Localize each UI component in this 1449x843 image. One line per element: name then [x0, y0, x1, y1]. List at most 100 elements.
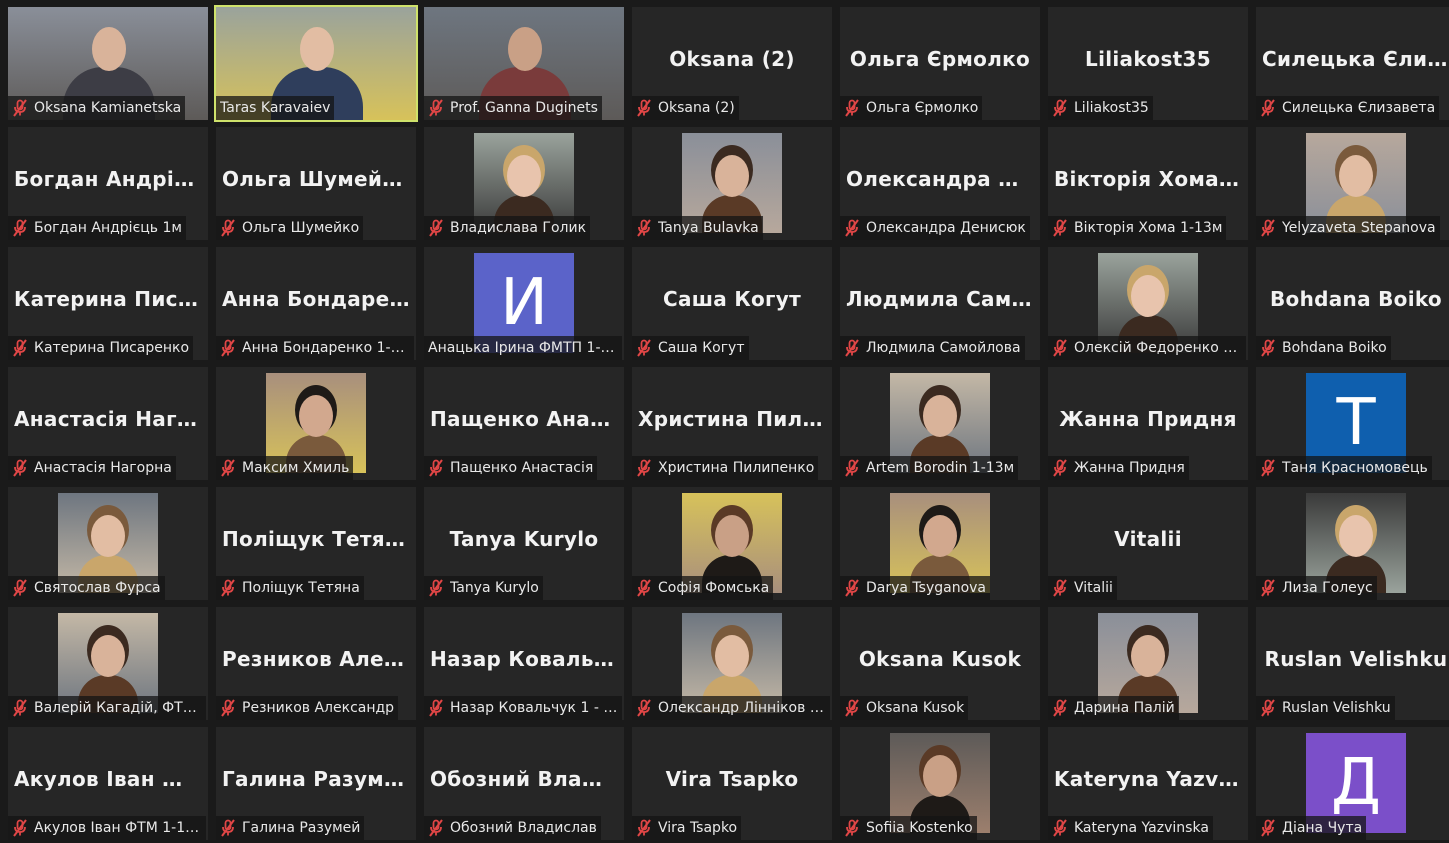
participant-tile[interactable]: Олексій Федоренко 1... — [1048, 247, 1248, 360]
mic-muted-icon — [13, 219, 27, 237]
participant-tile[interactable]: Валерій Кагадій, ФТМ ... — [8, 607, 208, 720]
participant-tile[interactable]: Галина Разумей Галина Разумей — [216, 727, 416, 840]
participant-tile[interactable]: Анна Бондарен... Анна Бондаренко 1-1... — [216, 247, 416, 360]
participant-tile[interactable]: Ольга Єрмолко Ольга Єрмолко — [840, 7, 1040, 120]
participant-tile[interactable]: Силецька Єлиз... Силецька Єлизавета — [1256, 7, 1449, 120]
participant-tile[interactable]: Олександр Лінніков 1... — [632, 607, 832, 720]
participant-tile[interactable]: Анастасія Наго... Анастасія Нагорна — [8, 367, 208, 480]
participant-tile[interactable]: И Анацька Ірина ФМТП 1-1... — [424, 247, 624, 360]
mic-muted-icon — [1261, 699, 1275, 717]
participant-tile[interactable]: Liliakost35 Liliakost35 — [1048, 7, 1248, 120]
participant-name-label: Діана Чута — [1256, 816, 1367, 840]
participant-tile[interactable]: Darya Tsyganova — [840, 487, 1040, 600]
participant-name: Анастасія Нагорна — [34, 460, 172, 476]
participant-display-name: Галина Разумей — [222, 767, 413, 791]
participant-tile[interactable]: Богдан Андріє... Богдан Андрієць 1м — [8, 127, 208, 240]
participant-tile[interactable]: Kateryna Yazvin... Kateryna Yazvinska — [1048, 727, 1248, 840]
participant-name-label: Yelyzaveta Stepanova — [1256, 216, 1440, 240]
participant-tile[interactable]: Саша Когут Саша Когут — [632, 247, 832, 360]
participant-tile[interactable]: Artem Borodin 1-13м — [840, 367, 1040, 480]
mic-muted-icon — [13, 459, 27, 477]
participant-name-label: Максим Хмиль — [216, 456, 354, 480]
participant-name-label: Христина Пилипенко — [632, 456, 819, 480]
participant-tile[interactable]: Пащенко Анаст... Пащенко Анастасія — [424, 367, 624, 480]
participant-name-label: Artem Borodin 1-13м — [840, 456, 1019, 480]
mic-muted-icon — [1261, 819, 1275, 837]
participant-name-label: Vitalii — [1048, 576, 1117, 600]
participant-tile[interactable]: Ольга Шумейко Ольга Шумейко — [216, 127, 416, 240]
participant-display-name: Tanya Kurylo — [449, 527, 599, 551]
mic-muted-icon — [13, 699, 27, 717]
mic-muted-icon — [637, 579, 651, 597]
participant-display-name: Катерина Писа... — [14, 287, 208, 311]
participant-name: Резников Александр — [242, 700, 395, 716]
participant-name-label: Людмила Самойлова — [840, 336, 1025, 360]
mic-muted-icon — [637, 819, 651, 837]
participant-tile[interactable]: Д Діана Чута — [1256, 727, 1449, 840]
participant-tile[interactable]: Резников Алек... Резников Александр — [216, 607, 416, 720]
participant-name: Darya Tsyganova — [866, 580, 987, 596]
participant-tile[interactable]: Vira Tsapko Vira Tsapko — [632, 727, 832, 840]
participant-name: Силецька Єлизавета — [1282, 100, 1436, 116]
participant-display-name: Bohdana Boiko — [1270, 287, 1442, 311]
participant-tile[interactable]: Prof. Ganna Duginets — [424, 7, 624, 120]
participant-tile[interactable]: Tanya Kurylo Tanya Kurylo — [424, 487, 624, 600]
participant-name-label: Tanya Bulavka — [632, 216, 763, 240]
participant-name: Олександр Лінніков 1... — [658, 700, 826, 716]
participant-tile[interactable]: Максим Хмиль — [216, 367, 416, 480]
participant-display-name: Oksana (2) — [669, 47, 795, 71]
mic-muted-icon — [1261, 339, 1275, 357]
participant-name-label: Пащенко Анастасія — [424, 456, 598, 480]
participant-name: Vitalii — [1074, 580, 1113, 596]
participant-tile[interactable]: Т Таня Красномовець — [1256, 367, 1449, 480]
mic-muted-icon — [13, 579, 27, 597]
participant-tile[interactable]: Владислава Голик — [424, 127, 624, 240]
participant-name: Христина Пилипенко — [658, 460, 815, 476]
participant-name-label: Обозний Владислав — [424, 816, 601, 840]
mic-muted-icon — [13, 99, 27, 117]
participant-display-name: Kateryna Yazvin... — [1054, 767, 1248, 791]
participant-name: Oksana Kamianetska — [34, 100, 182, 116]
participant-name-label: Поліщук Тетяна — [216, 576, 364, 600]
participant-tile[interactable]: Акулов Іван ФТ... Акулов Іван ФТМ 1-13... — [8, 727, 208, 840]
participant-tile[interactable]: Oksana Kamianetska — [8, 7, 208, 120]
participant-name-label: Валерій Кагадій, ФТМ ... — [8, 696, 206, 720]
participant-name: Максим Хмиль — [242, 460, 350, 476]
participant-tile[interactable]: Святослав Фурса — [8, 487, 208, 600]
participant-tile[interactable]: Yelyzaveta Stepanova — [1256, 127, 1449, 240]
participant-name: Анна Бондаренко 1-1... — [242, 340, 410, 356]
participant-tile-active[interactable]: Taras Karavaiev — [214, 5, 418, 122]
participant-tile[interactable]: Людмила Само... Людмила Самойлова — [840, 247, 1040, 360]
participant-tile[interactable]: Олександра Де... Олександра Денисюк — [840, 127, 1040, 240]
participant-name-label: Анна Бондаренко 1-1... — [216, 336, 414, 360]
participant-tile[interactable]: Дарина Палій — [1048, 607, 1248, 720]
participant-tile[interactable]: Sofiia Kostenko — [840, 727, 1040, 840]
participant-tile[interactable]: Ruslan Velishku Ruslan Velishku — [1256, 607, 1449, 720]
participant-tile[interactable]: Поліщук Тетяна Поліщук Тетяна — [216, 487, 416, 600]
participant-name-label: Kateryna Yazvinska — [1048, 816, 1213, 840]
participant-tile[interactable]: Tanya Bulavka — [632, 127, 832, 240]
participant-name: Богдан Андрієць 1м — [34, 220, 182, 236]
participant-tile[interactable]: Жанна Придня Жанна Придня — [1048, 367, 1248, 480]
participant-tile[interactable]: Назар Ковальч... Назар Ковальчук 1 - 1... — [424, 607, 624, 720]
participant-tile[interactable]: Христина Пили... Христина Пилипенко — [632, 367, 832, 480]
participant-name-label: Oksana (2) — [632, 96, 739, 120]
participant-name: Sofiia Kostenko — [866, 820, 973, 836]
participant-tile[interactable]: Софія Фомська — [632, 487, 832, 600]
participant-tile[interactable]: Vitalii Vitalii — [1048, 487, 1248, 600]
participant-tile[interactable]: Bohdana Boiko Bohdana Boiko — [1256, 247, 1449, 360]
mic-muted-icon — [221, 339, 235, 357]
mic-muted-icon — [845, 699, 859, 717]
participant-name: Ольга Єрмолко — [866, 100, 979, 116]
participant-tile[interactable]: Обозний Влад... Обозний Владислав — [424, 727, 624, 840]
participant-tile[interactable]: Катерина Писа... Катерина Писаренко — [8, 247, 208, 360]
participant-tile[interactable]: Oksana Kusok Oksana Kusok — [840, 607, 1040, 720]
participant-tile[interactable]: Oksana (2) Oksana (2) — [632, 7, 832, 120]
participant-display-name: Вікторія Хома... — [1054, 167, 1243, 191]
mic-muted-icon — [1261, 99, 1275, 117]
participant-tile[interactable]: Вікторія Хома... Вікторія Хома 1-13м — [1048, 127, 1248, 240]
participant-name-label: Силецька Єлизавета — [1256, 96, 1440, 120]
participant-tile[interactable]: Лиза Голеус — [1256, 487, 1449, 600]
participant-name-label: Софія Фомська — [632, 576, 774, 600]
participant-name-label: Taras Karavaiev — [216, 96, 335, 120]
